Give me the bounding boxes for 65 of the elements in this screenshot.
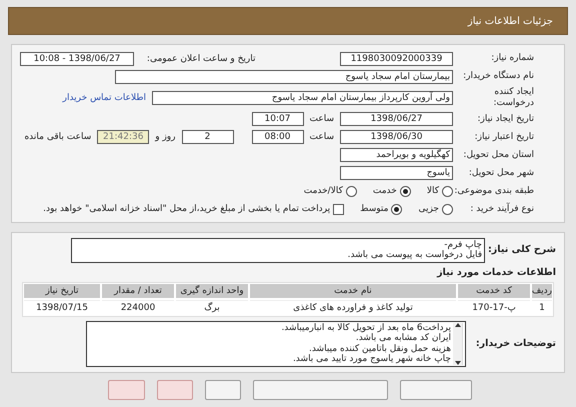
text-field[interactable]: ولی آروین کارپرداز بیمارستان امام سجاد یاسوج: [152, 90, 453, 105]
radio-button[interactable]: [391, 204, 402, 215]
text-field[interactable]: 1398/06/27 - 10:08: [20, 52, 134, 66]
text-field[interactable]: 21:42:36: [97, 130, 150, 144]
radio-button[interactable]: [442, 204, 453, 215]
field-label: نام دستگاه خریدار:: [462, 71, 534, 82]
field-label: شرح کلی نیاز:: [491, 244, 556, 256]
field-label: ساعت: [310, 114, 334, 124]
radio-label: کالا: [426, 186, 439, 196]
radio-label: کالا/خدمت: [304, 186, 343, 196]
field-label: شهر محل تحویل:: [468, 168, 534, 178]
text-field[interactable]: 1398/06/30: [340, 130, 453, 144]
radio-button[interactable]: [400, 186, 411, 197]
radio-label: خدمت: [372, 186, 397, 196]
text-field[interactable]: 1198030092000339: [340, 52, 453, 66]
radio-label: جزیی: [418, 204, 439, 214]
field-label: ساعت: [310, 132, 334, 142]
checkbox[interactable]: [333, 204, 344, 215]
table-cell: برگ: [176, 300, 248, 315]
field-label: ایجاد کننده درخواست:: [492, 87, 534, 109]
radio-button[interactable]: [346, 186, 357, 197]
action-button[interactable]: [205, 380, 241, 400]
text-field[interactable]: یاسوج: [340, 166, 453, 180]
description-box[interactable]: چاپ فرم- فایل درخواست به پیوست می باشد.: [71, 238, 485, 263]
radio-label: متوسط: [360, 204, 388, 214]
column-header: تعداد / مقدار: [102, 284, 174, 298]
text-line: فایل درخواست به پیوست می باشد.: [346, 250, 482, 261]
radio-button[interactable]: [442, 186, 453, 197]
text-line: چاپ فرم-: [444, 240, 482, 250]
field-label: شماره نیاز:: [490, 53, 534, 64]
text-field[interactable]: 2: [182, 130, 234, 144]
text-line: چاپ خانه شهر یاسوج مورد تایید می باشد.: [292, 354, 451, 365]
section-heading: اطلاعات خدمات مورد نیاز: [436, 266, 556, 278]
contact-link[interactable]: اطلاعات تماس خریدار: [62, 92, 146, 103]
field-label: تاریخ ایجاد نیاز:: [476, 114, 534, 124]
column-header: ردیف: [532, 284, 552, 298]
field-label: استان محل تحویل:: [462, 150, 534, 160]
column-header: کد خدمت: [458, 284, 530, 298]
text-line: پرداخت6 ماه بعد از تحویل کالا به انبارمیباشد.: [280, 322, 451, 333]
checkbox-label: پرداخت تمام یا بخشی از مبلغ خرید،از محل "اسناد خزانه اسلامی" خواهد بود.: [43, 204, 330, 214]
field-label: ساعت باقی مانده: [24, 132, 92, 142]
field-label: توضیحات خریدار:: [474, 338, 556, 350]
text-field[interactable]: 10:07: [252, 112, 304, 126]
column-header: واحد اندازه گیری: [176, 284, 248, 298]
table-cell: تولید کاغذ و فراورده های کاغذی: [250, 300, 456, 315]
table-cell: پ-17-170: [458, 300, 530, 315]
column-header: نام خدمت: [250, 284, 456, 298]
scroll-up-icon[interactable]: [454, 322, 460, 327]
scroll-down-icon[interactable]: [454, 360, 460, 365]
scrollbar[interactable]: [453, 322, 463, 365]
text-line: هزینه حمل ونقل باتامین کننده میباشد.: [308, 344, 451, 354]
text-line: ایران کد مشابه می باشد.: [356, 333, 451, 344]
page-title: جزئیات اطلاعات نیاز: [468, 16, 553, 26]
text-field[interactable]: کهگیلویه و بویراحمد: [340, 148, 453, 162]
text-field[interactable]: 08:00: [252, 130, 304, 144]
field-label: تاریخ اعتبار نیاز:: [474, 132, 534, 142]
notes-box[interactable]: پرداخت6 ماه بعد از تحویل کالا به انبارمیباشد. ایران کد مشابه می باشد. هزینه حمل ونقل باتامین کننده میباشد. چاپ خانه شهر یاسوج مورد تایید می باشد.: [86, 320, 466, 367]
text-field[interactable]: بیمارستان امام سجاد یاسوج: [115, 70, 453, 84]
field-label: روز و: [155, 132, 176, 142]
text-field[interactable]: 1398/06/27: [340, 112, 453, 126]
column-header: تاریخ نیاز: [24, 284, 100, 298]
field-label: تاریخ و ساعت اعلان عمومی:: [146, 54, 256, 64]
action-button[interactable]: [400, 380, 472, 400]
field-label: نوع فرآیند خرید :: [469, 204, 534, 214]
action-button[interactable]: [253, 380, 388, 400]
